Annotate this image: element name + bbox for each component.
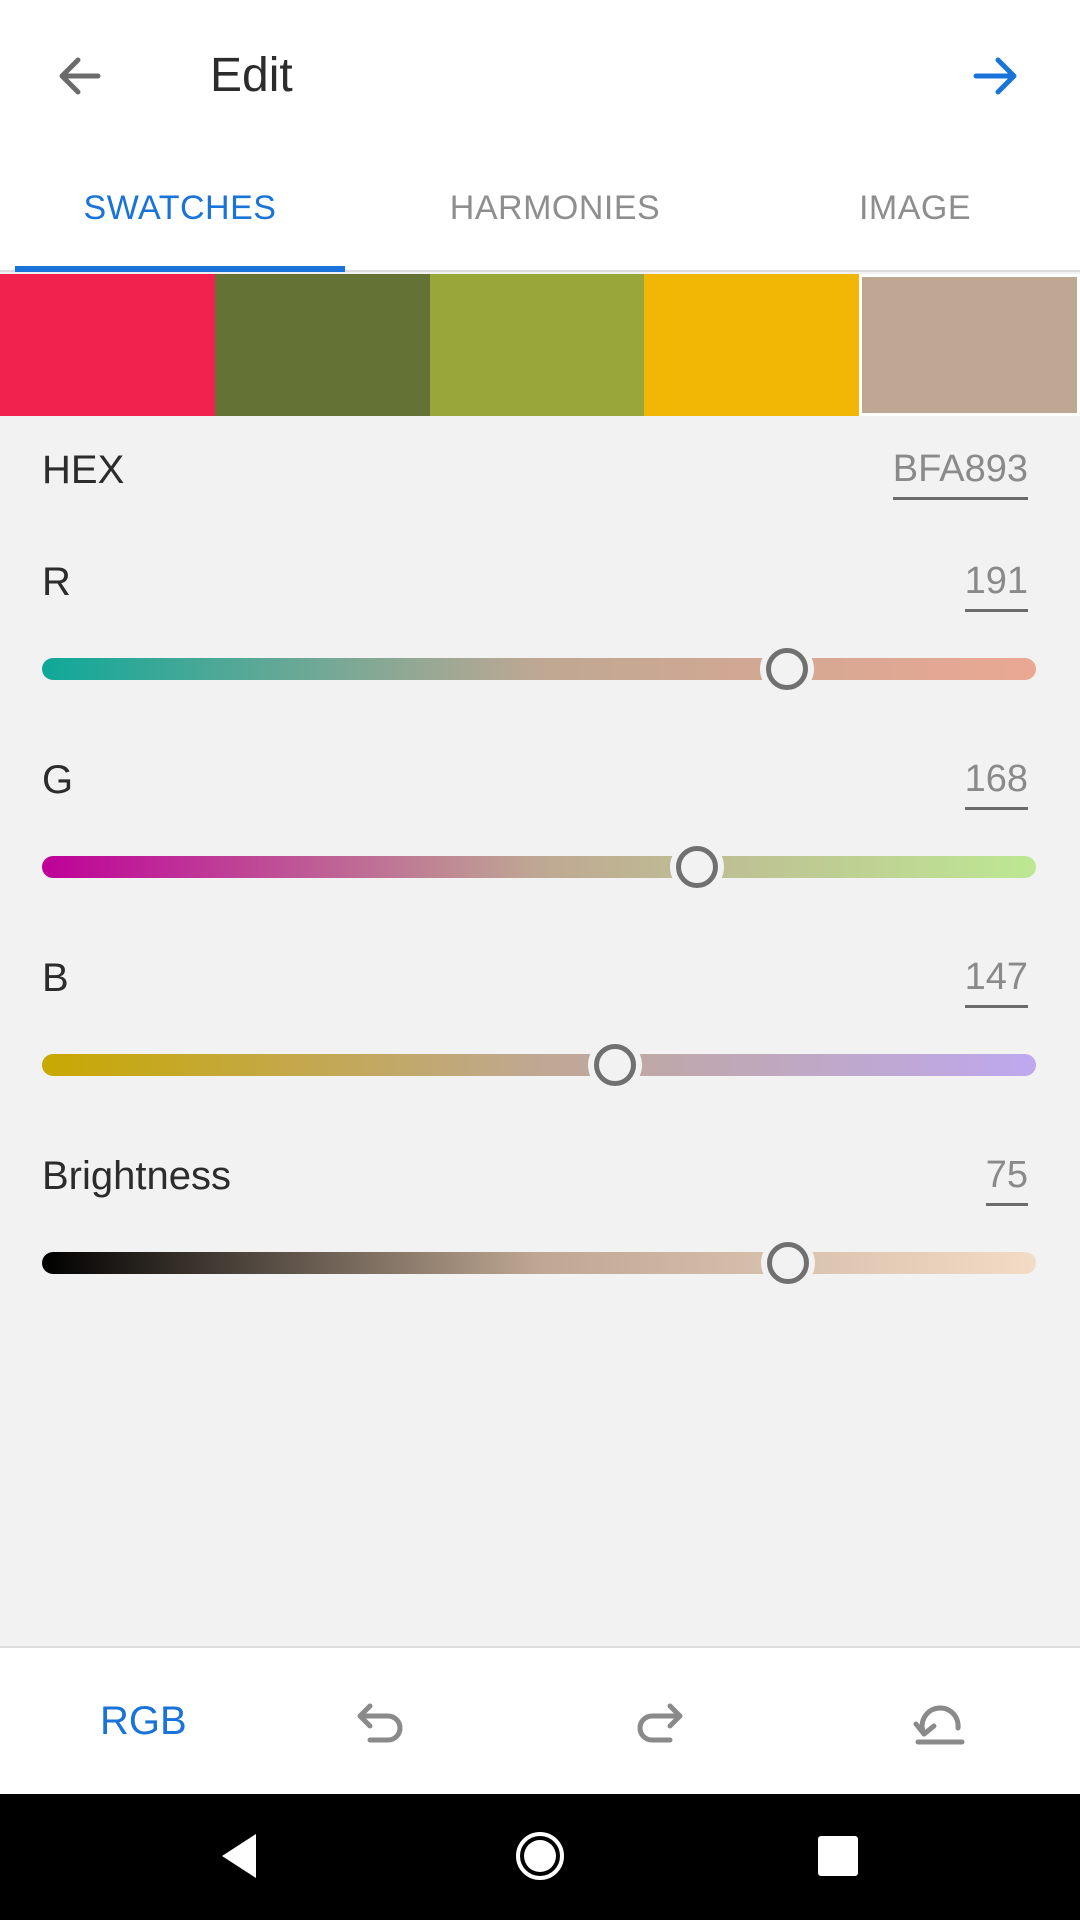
- brightness-label: Brightness: [42, 1154, 231, 1198]
- b-slider-track[interactable]: [42, 1054, 1036, 1076]
- app-bar: Edit: [0, 0, 1080, 148]
- undo-icon[interactable]: [348, 1688, 412, 1752]
- active-tab-indicator: [15, 266, 345, 272]
- system-nav-bar: [0, 1794, 1080, 1920]
- tab-image[interactable]: IMAGE: [780, 148, 1050, 272]
- swatch-4[interactable]: [644, 274, 860, 416]
- swatch-1[interactable]: [0, 274, 215, 416]
- swatch-2[interactable]: [214, 274, 430, 416]
- b-label: B: [42, 956, 69, 1000]
- nav-home-icon[interactable]: [508, 1824, 572, 1888]
- r-value-field[interactable]: 191: [964, 560, 1028, 612]
- g-slider-track[interactable]: [42, 856, 1036, 878]
- nav-recents-icon[interactable]: [806, 1824, 870, 1888]
- brightness-slider-track[interactable]: [42, 1252, 1036, 1274]
- nav-back-icon[interactable]: [208, 1824, 272, 1888]
- reset-icon[interactable]: [908, 1688, 972, 1752]
- b-value-field[interactable]: 147: [964, 956, 1028, 1008]
- arrow-left-icon[interactable]: [50, 44, 114, 108]
- tab-swatches[interactable]: SWATCHES: [15, 148, 345, 272]
- g-value-field[interactable]: 168: [964, 758, 1028, 810]
- g-slider-thumb[interactable]: [675, 846, 718, 888]
- color-mode-button[interactable]: RGB: [100, 1648, 187, 1794]
- hex-value-field[interactable]: BFA893: [892, 448, 1028, 500]
- r-slider-track[interactable]: [42, 658, 1036, 680]
- page-title: Edit: [210, 49, 293, 102]
- hex-label: HEX: [42, 448, 125, 492]
- brightness-slider-thumb[interactable]: [766, 1242, 809, 1284]
- r-label: R: [42, 560, 71, 604]
- g-label: G: [42, 758, 74, 802]
- tab-harmonies[interactable]: HARMONIES: [395, 148, 715, 272]
- swatch-5[interactable]: [859, 274, 1080, 416]
- b-slider-thumb[interactable]: [594, 1044, 636, 1086]
- bottom-toolbar: RGB: [0, 1646, 1080, 1794]
- tab-bar: SWATCHES HARMONIES IMAGE: [0, 148, 1080, 272]
- brightness-value-field[interactable]: 75: [985, 1154, 1028, 1206]
- arrow-right-icon[interactable]: [962, 44, 1026, 108]
- r-slider-thumb[interactable]: [765, 648, 808, 690]
- redo-icon[interactable]: [628, 1688, 692, 1752]
- swatch-strip: [0, 274, 1080, 416]
- swatch-3[interactable]: [429, 274, 645, 416]
